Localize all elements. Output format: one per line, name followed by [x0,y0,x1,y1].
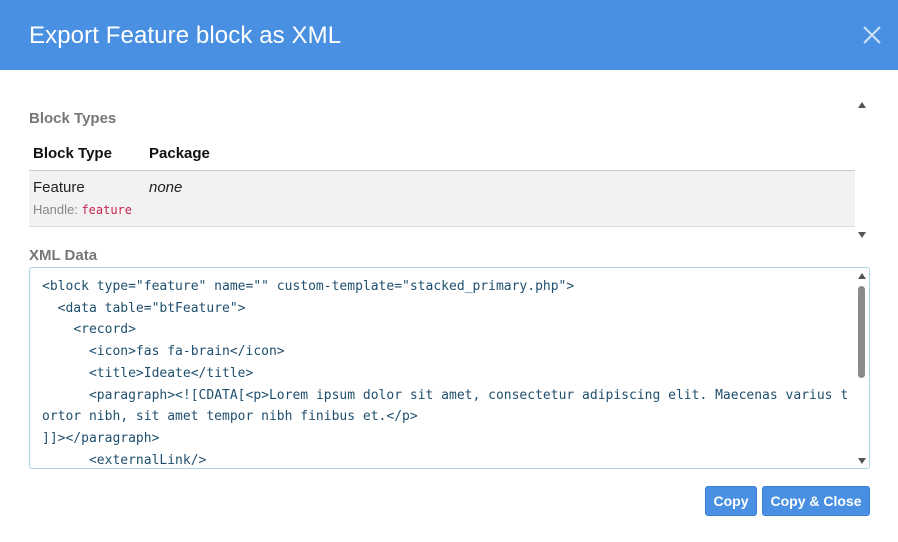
xml-scroll-up-icon[interactable] [858,273,866,279]
xml-line: <paragraph><![CDATA[<p>Lorem ipsum dolor… [42,387,849,425]
package-value: none [149,178,183,196]
xml-scrollbar[interactable] [855,268,869,468]
export-dialog: Export Feature block as XML Block Types … [0,0,898,542]
xml-data-textarea[interactable]: <block type="feature" name="" custom-tem… [29,267,870,469]
xml-line: ]]></paragraph> [42,430,160,446]
xml-line: <externalLink/> [42,452,207,468]
block-types-label: Block Types [29,110,117,127]
block-types-table: Block Type Package Feature Handle: featu… [29,137,855,227]
copy-button[interactable]: Copy [705,486,757,516]
handle-line: Handle: feature [33,202,141,217]
xml-scroll-thumb[interactable] [858,286,865,378]
copy-close-button[interactable]: Copy & Close [762,486,870,516]
scroll-up-icon[interactable] [858,102,866,108]
xml-code: <block type="feature" name="" custom-tem… [42,276,852,468]
block-type-cell: Feature Handle: feature [29,170,145,227]
xml-scroll-down-icon[interactable] [858,458,866,464]
table-row: Feature Handle: feature none [29,170,855,227]
xml-line: <block type="feature" name="" custom-tem… [42,279,575,294]
xml-line: <record> [42,322,136,338]
block-type-name: Feature [33,178,85,196]
xml-line: <title>Ideate</title> [42,365,254,381]
column-header-package: Package [145,137,855,171]
scroll-down-icon[interactable] [858,232,866,238]
handle-label: Handle: [33,201,78,217]
xml-line: <icon>fas fa-brain</icon> [42,344,285,360]
column-header-block-type: Block Type [29,137,145,171]
xml-data-label: XML Data [29,247,98,264]
table-header-row: Block Type Package [29,137,855,171]
package-cell: none [145,170,855,227]
close-icon[interactable] [860,23,884,47]
xml-line: <data table="btFeature"> [42,300,246,316]
handle-value: feature [81,202,133,217]
dialog-title: Export Feature block as XML [29,22,342,49]
block-types-scrollbar[interactable] [855,100,869,242]
dialog-header: Export Feature block as XML [0,0,898,70]
